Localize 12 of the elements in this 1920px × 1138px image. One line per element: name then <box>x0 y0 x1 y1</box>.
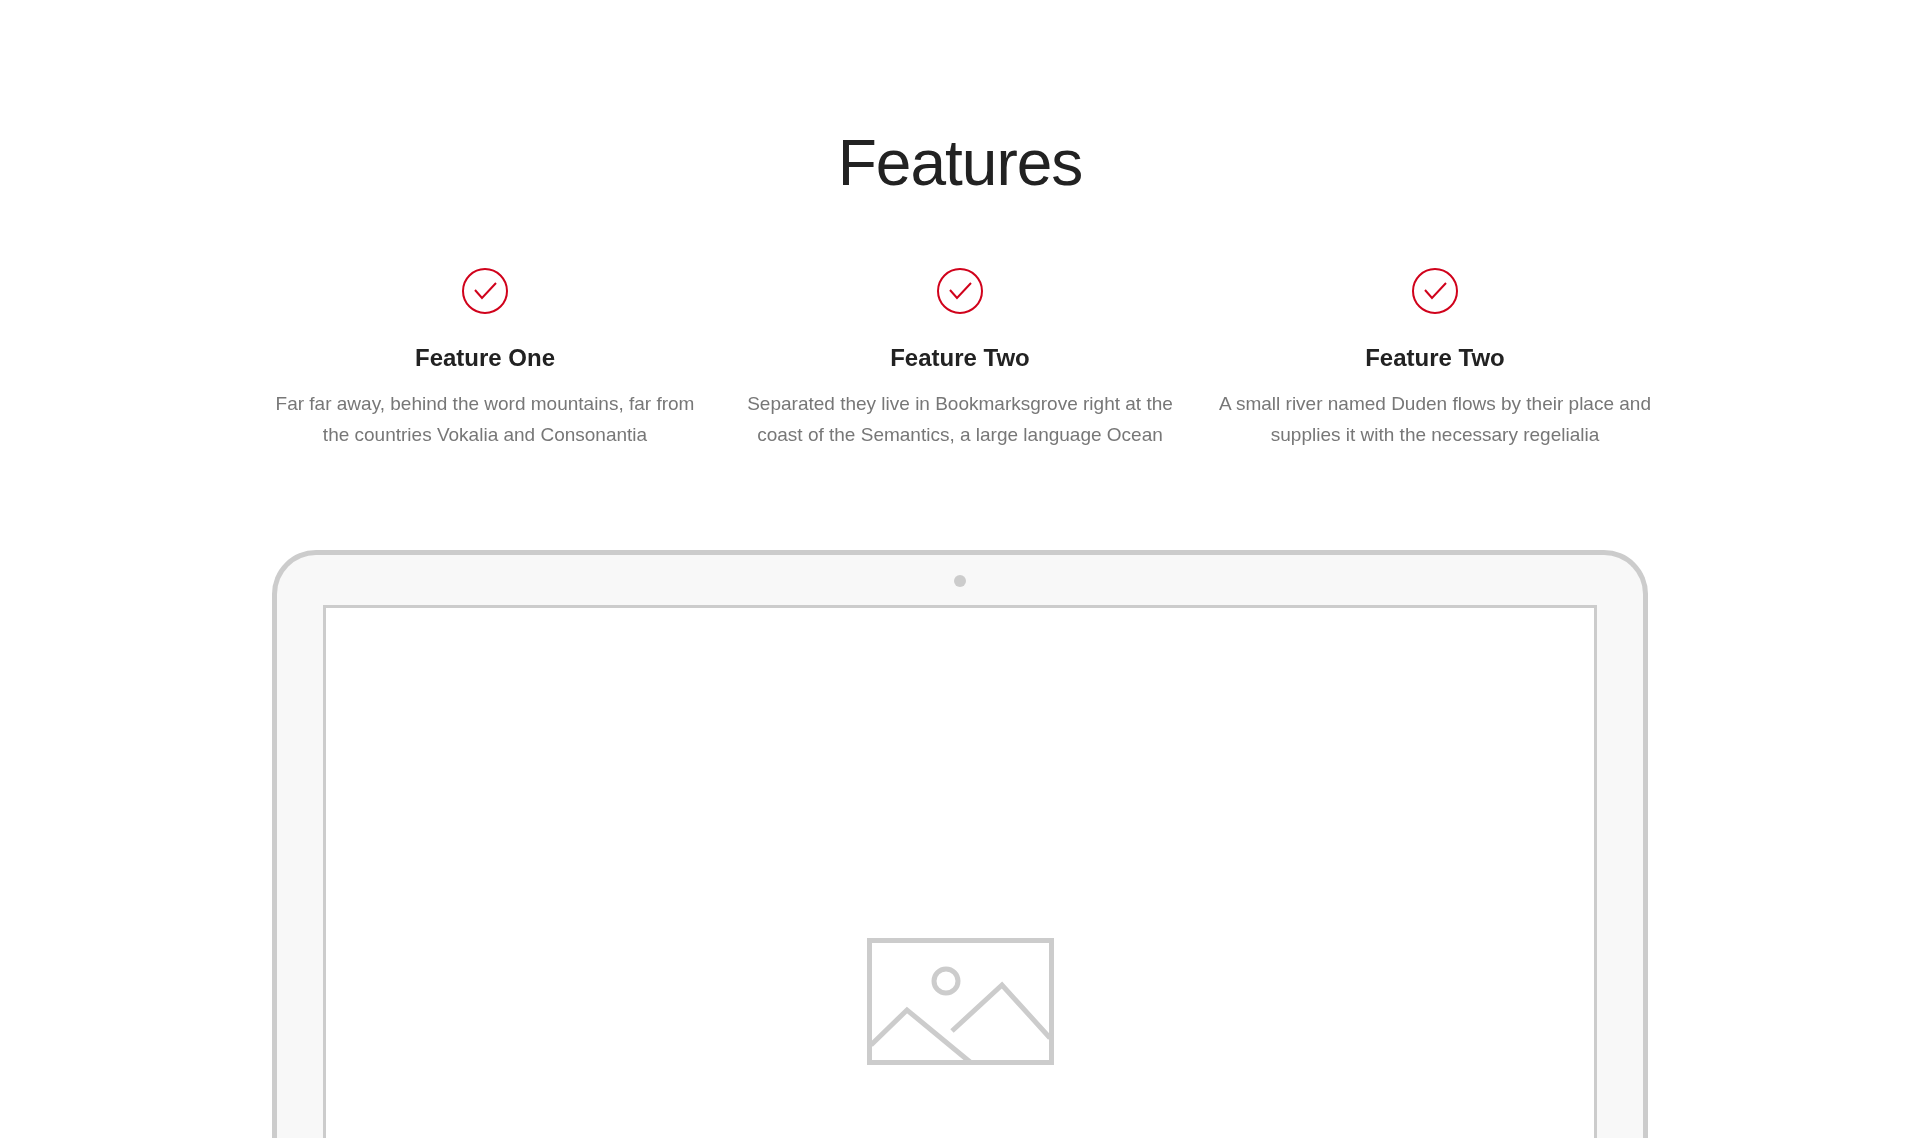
check-circle-icon <box>937 267 983 314</box>
feature-description: Far far away, behind the word mountains, far from the countries Vokalia and Consonantia <box>274 391 696 447</box>
feature-title: Feature One <box>413 343 556 373</box>
check-circle-icon <box>1412 267 1458 314</box>
feature-title: Feature Two <box>1364 343 1506 373</box>
section-heading: Features <box>836 126 1084 201</box>
feature-description: A small river named Duden flows by their place and supplies it with the necessary regelialia <box>1218 391 1652 447</box>
image-placeholder-icon <box>866 937 1054 1065</box>
feature-description: Separated they live in Bookmarksgrove right at the coast of the Semantics, a large language Ocean <box>746 391 1174 447</box>
check-circle-icon <box>462 267 508 314</box>
feature-title: Feature Two <box>889 343 1031 373</box>
camera-dot <box>954 574 966 587</box>
